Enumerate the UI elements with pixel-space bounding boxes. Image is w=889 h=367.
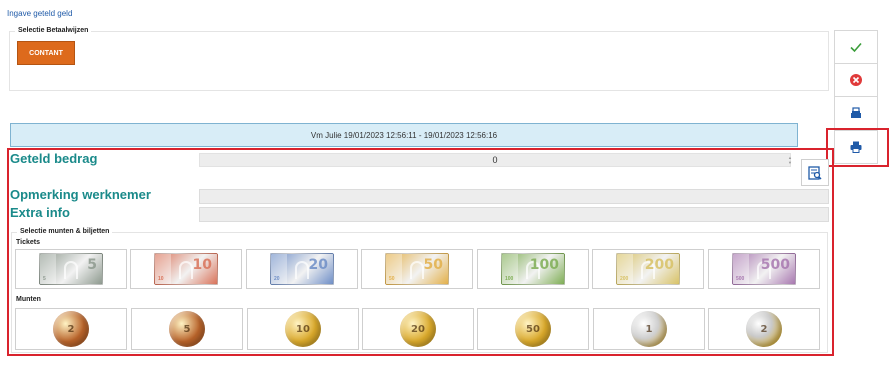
extra-info-field[interactable] [199,207,829,222]
cash-button[interactable]: CONTANT [17,41,75,65]
coin-6-image: 1 [631,311,667,347]
document-search-icon [808,165,822,180]
check-icon [850,42,862,53]
banknote-100-image: 100 100 [501,253,565,285]
coin-5-button[interactable]: 50 [477,308,589,350]
coin-2-image: 5 [169,311,205,347]
employee-remark-field[interactable] [199,189,829,204]
counted-amount-field[interactable]: 0 [199,153,791,167]
banknote-50-image: 50 50 [385,253,449,285]
coin-4-image: 20 [400,311,436,347]
banknote-500-button[interactable]: 500 500 [708,249,820,289]
coin-3-image: 10 [285,311,321,347]
session-info-bar: Vm Julie 19/01/2023 12:56:11 - 19/01/202… [10,123,798,147]
tickets-label: Tickets [16,239,40,246]
coin-2-button[interactable]: 5 [131,308,243,350]
coin-1-image: 2 [53,311,89,347]
banknote-20-button[interactable]: 20 20 [246,249,358,289]
extra-info-label: Extra info [10,205,70,220]
cancel-icon [850,74,862,86]
payment-methods-group: Selectie Betaalwijzen CONTANT [9,27,829,91]
banknote-200-button[interactable]: 200 200 [592,249,704,289]
coin-4-button[interactable]: 20 [362,308,474,350]
print-highlight-frame [826,128,889,167]
coins-label: Munten [16,296,41,303]
banknote-5-button[interactable]: 55 [15,249,127,289]
cash-register-icon [851,107,861,118]
coin-7-image: 2 [746,311,782,347]
banknote-5-image: 55 [39,253,103,285]
coin-6-button[interactable]: 1 [593,308,705,350]
banknote-50-button[interactable]: 50 50 [361,249,473,289]
coins-notes-legend: Selectie munten & biljetten [17,228,113,235]
employee-remark-label: Opmerking werknemer [10,187,151,202]
coin-7-button[interactable]: 2 [708,308,820,350]
counted-amount-label: Geteld bedrag [10,151,98,166]
page-title: Ingave geteld geld [7,9,73,18]
cash-register-button[interactable] [834,96,878,130]
banknote-10-button[interactable]: 10 10 [130,249,242,289]
confirm-button[interactable] [834,30,878,64]
banknote-20-image: 20 20 [270,253,334,285]
amount-spinner[interactable]: ▲ ▼ [787,155,793,165]
banknote-10-image: 10 10 [154,253,218,285]
coin-1-button[interactable]: 2 [15,308,127,350]
coin-5-image: 50 [515,311,551,347]
cancel-button[interactable] [834,63,878,97]
banknote-200-image: 200 200 [616,253,680,285]
preview-button[interactable] [801,159,829,186]
banknote-100-button[interactable]: 100 100 [477,249,589,289]
payment-methods-legend: Selectie Betaalwijzen [15,27,92,34]
banknote-500-image: 500 500 [732,253,796,285]
coin-3-button[interactable]: 10 [247,308,359,350]
